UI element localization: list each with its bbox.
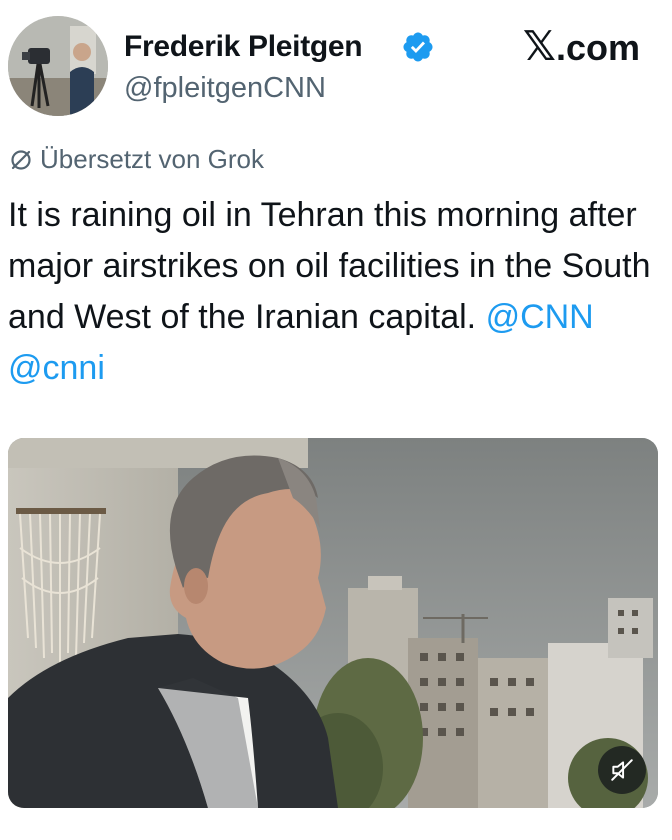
muted-speaker-icon [611, 759, 633, 781]
verified-badge-icon [403, 32, 433, 62]
translation-notice[interactable]: Übersetzt von Grok [8, 144, 264, 175]
author-name[interactable]: Frederik Pleitgen [124, 30, 363, 64]
grok-icon [11, 149, 31, 170]
x-logo-icon: 𝕏 [522, 23, 556, 69]
author-handle[interactable]: @fpleitgenCNN [124, 72, 326, 105]
tweet-text: It is raining oil in Tehran this morning… [8, 190, 664, 394]
site-brand: 𝕏 .com [523, 26, 640, 67]
tweet-video[interactable] [8, 438, 658, 808]
tweet-header: Frederik Pleitgen @fpleitgenCNN 𝕏 .com [0, 0, 672, 120]
video-frame [8, 438, 658, 808]
translation-label: Übersetzt von Grok [40, 144, 264, 174]
site-suffix: .com [555, 27, 640, 68]
mention-link[interactable]: @cnni [8, 349, 105, 387]
avatar-photo [8, 16, 108, 116]
mute-button[interactable] [598, 746, 646, 794]
author-avatar[interactable] [8, 16, 108, 116]
mention-link[interactable]: @CNN [486, 298, 594, 336]
